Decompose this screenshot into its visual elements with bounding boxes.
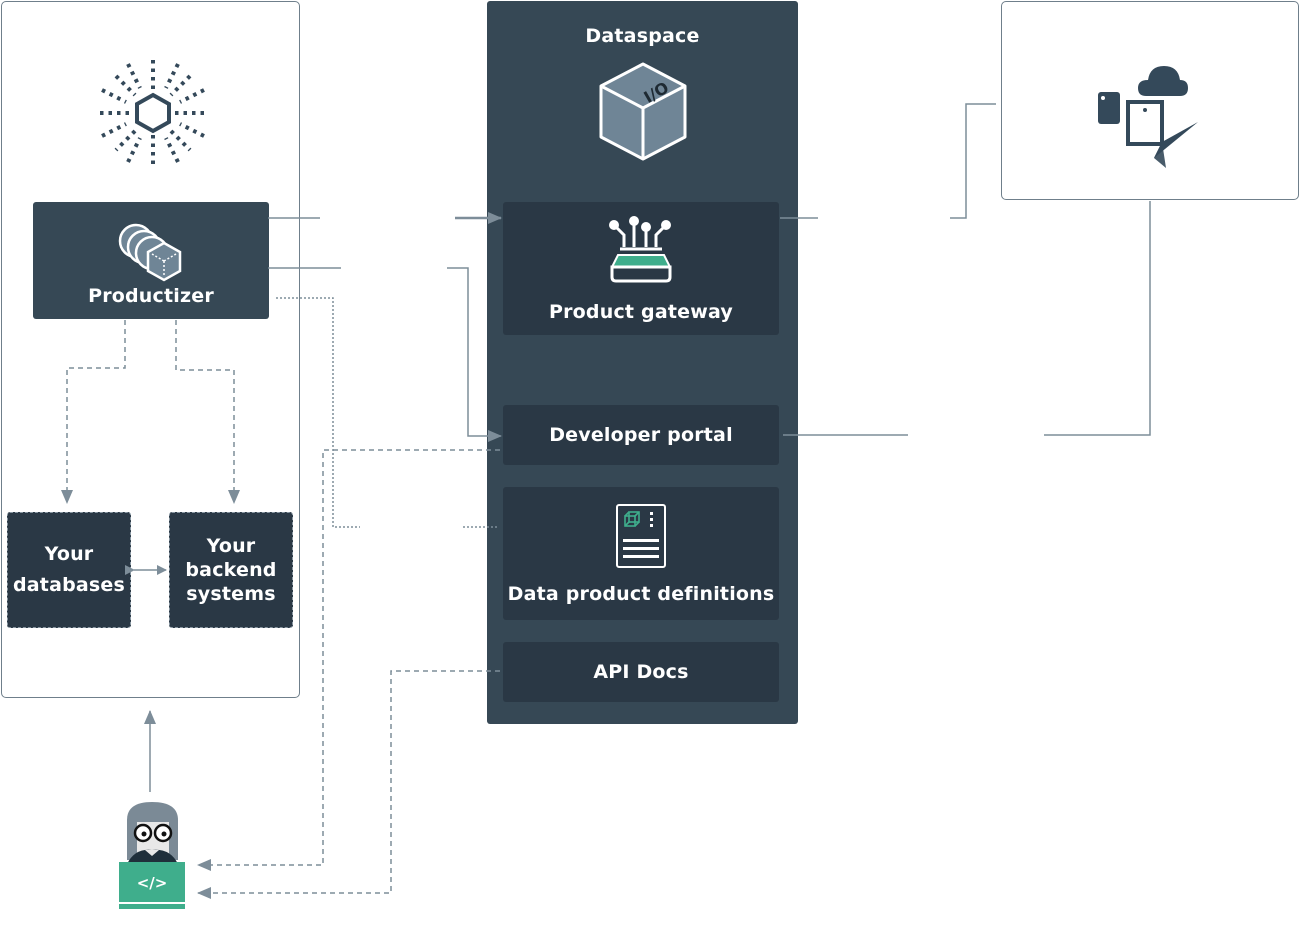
- gateway-to-consumer-line: [780, 103, 996, 219]
- apidocs-to-developer-dashed: [197, 670, 500, 899]
- portal-to-consumer-line: [783, 201, 1151, 436]
- productizer-to-databases-dashed: [61, 320, 126, 504]
- productizer-to-backend-dashed: [175, 320, 240, 504]
- productizer-to-portal-arrow: [447, 267, 502, 442]
- connectors: [61, 103, 1151, 899]
- portal-to-developer-dashed: [197, 449, 500, 871]
- productizer-to-definitions-dotted: [276, 297, 497, 528]
